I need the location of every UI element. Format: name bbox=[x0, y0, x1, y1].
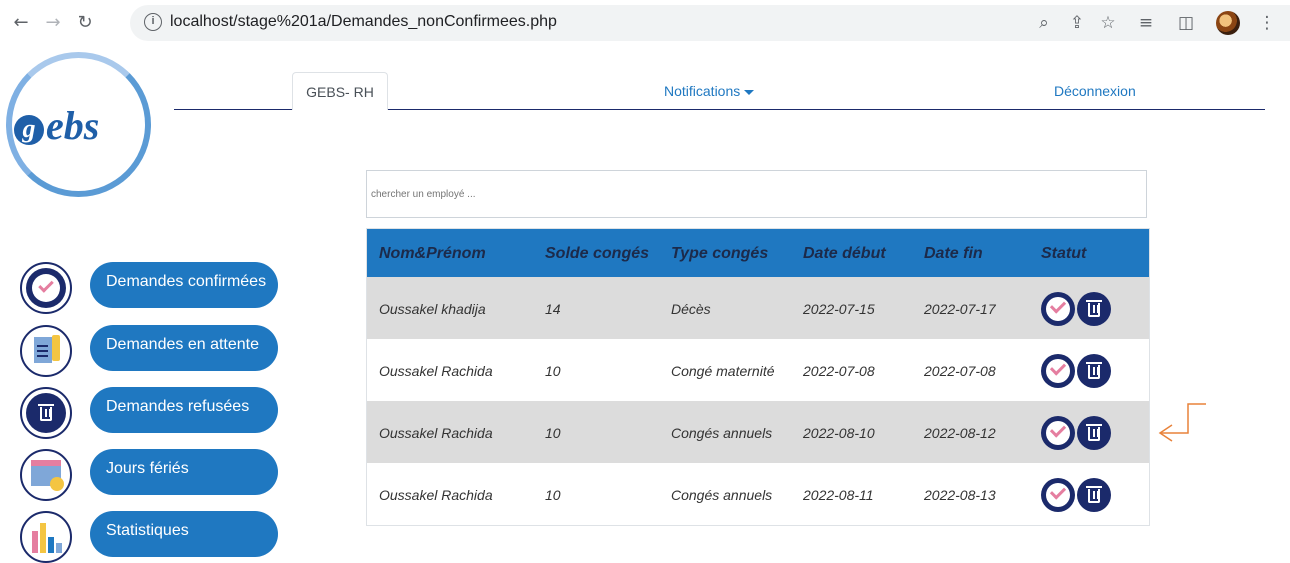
logo-text: g ebs bbox=[14, 102, 99, 149]
cell-name: Oussakel Rachida bbox=[379, 487, 493, 503]
sidebar-item-holidays[interactable]: Jours fériés bbox=[20, 449, 280, 501]
document-pencil-icon bbox=[20, 325, 72, 377]
th-solde: Solde congés bbox=[545, 245, 650, 262]
logout-link[interactable]: Déconnexion bbox=[1054, 83, 1136, 99]
delete-trash-icon[interactable] bbox=[1077, 292, 1111, 326]
table-row: Oussakel Rachida 10 Congés annuels 2022-… bbox=[367, 463, 1149, 525]
annotation-arrow-icon bbox=[1158, 403, 1206, 442]
menu-kebab-icon[interactable]: ⋮ bbox=[1256, 12, 1278, 34]
profile-avatar[interactable] bbox=[1216, 11, 1240, 35]
th-type: Type congés bbox=[671, 245, 769, 262]
cell-type: Congés annuels bbox=[671, 487, 773, 503]
cell-fin: 2022-08-12 bbox=[924, 425, 996, 441]
cell-type: Congé maternité bbox=[671, 363, 775, 379]
cell-fin: 2022-07-17 bbox=[924, 301, 996, 317]
confirm-check-icon[interactable] bbox=[1041, 292, 1075, 326]
confirm-check-icon[interactable] bbox=[1041, 416, 1075, 450]
delete-trash-icon[interactable] bbox=[1077, 354, 1111, 388]
table-row: Oussakel Rachida 10 Congés annuels 2022-… bbox=[367, 401, 1149, 463]
trash-icon bbox=[20, 387, 72, 439]
cell-name: Oussakel Rachida bbox=[379, 425, 493, 441]
th-name: Nom&Prénom bbox=[379, 245, 486, 262]
url-text[interactable]: localhost/stage%201a/Demandes_nonConfirm… bbox=[170, 13, 557, 31]
delete-trash-icon[interactable] bbox=[1077, 416, 1111, 450]
cell-debut: 2022-08-10 bbox=[803, 425, 875, 441]
notifications-dropdown[interactable]: Notifications bbox=[664, 83, 755, 99]
tab-gebs-rh[interactable]: GEBS- RH bbox=[292, 72, 388, 110]
cell-debut: 2022-07-08 bbox=[803, 363, 875, 379]
reload-icon[interactable]: ↻ bbox=[74, 12, 96, 34]
cell-solde: 14 bbox=[545, 301, 561, 317]
forward-icon[interactable]: → bbox=[42, 12, 64, 34]
table-row: Oussakel Rachida 10 Congé maternité 2022… bbox=[367, 339, 1149, 401]
bar-chart-icon bbox=[20, 511, 72, 563]
delete-trash-icon[interactable] bbox=[1077, 478, 1111, 512]
cell-solde: 10 bbox=[545, 425, 561, 441]
reading-list-icon[interactable]: ≡ bbox=[1135, 12, 1157, 34]
share-icon[interactable]: ⇪ bbox=[1066, 12, 1088, 34]
cell-fin: 2022-08-13 bbox=[924, 487, 996, 503]
bookmark-star-icon[interactable]: ☆ bbox=[1097, 12, 1119, 34]
sidebar-item-label[interactable]: Statistiques bbox=[90, 511, 278, 557]
sidebar-item-confirmed[interactable]: Demandes confirmées bbox=[20, 262, 280, 314]
sidebar-item-pending[interactable]: Demandes en attente bbox=[20, 325, 280, 377]
zoom-icon[interactable]: ⌕ bbox=[1033, 12, 1055, 34]
table-header: Nom&Prénom Solde congés Type congés Date… bbox=[367, 229, 1149, 277]
browser-toolbar: ← → ↻ i localhost/stage%201a/Demandes_no… bbox=[0, 0, 1290, 48]
sidebar-item-refused[interactable]: Demandes refusées bbox=[20, 387, 280, 439]
site-info-icon[interactable]: i bbox=[144, 13, 162, 31]
cell-solde: 10 bbox=[545, 487, 561, 503]
sidebar-item-label[interactable]: Demandes en attente bbox=[90, 325, 278, 371]
cell-name: Oussakel Rachida bbox=[379, 363, 493, 379]
cell-debut: 2022-07-15 bbox=[803, 301, 875, 317]
confirm-check-icon[interactable] bbox=[1041, 478, 1075, 512]
cell-debut: 2022-08-11 bbox=[803, 487, 874, 503]
th-fin: Date fin bbox=[924, 245, 983, 262]
side-panel-icon[interactable]: ◫ bbox=[1175, 12, 1197, 34]
cell-type: Congés annuels bbox=[671, 425, 773, 441]
cell-name: Oussakel khadija bbox=[379, 301, 486, 317]
th-debut: Date début bbox=[803, 245, 886, 262]
confirm-check-icon[interactable] bbox=[1041, 354, 1075, 388]
calendar-icon bbox=[20, 449, 72, 501]
sidebar-item-label[interactable]: Jours fériés bbox=[90, 449, 278, 495]
requests-table: Nom&Prénom Solde congés Type congés Date… bbox=[366, 228, 1150, 526]
cell-fin: 2022-07-08 bbox=[924, 363, 996, 379]
cell-type: Décès bbox=[671, 301, 711, 317]
search-employee-input[interactable] bbox=[366, 170, 1147, 218]
back-icon[interactable]: ← bbox=[10, 12, 32, 34]
sidebar-item-label[interactable]: Demandes confirmées bbox=[90, 262, 278, 308]
check-circle-icon bbox=[20, 262, 72, 314]
gebs-logo: g ebs bbox=[6, 52, 156, 197]
caret-down-icon bbox=[744, 89, 755, 95]
th-statut: Statut bbox=[1041, 245, 1087, 262]
cell-solde: 10 bbox=[545, 363, 561, 379]
sidebar-item-label[interactable]: Demandes refusées bbox=[90, 387, 278, 433]
table-row: Oussakel khadija 14 Décès 2022-07-15 202… bbox=[367, 277, 1149, 339]
sidebar-item-statistics[interactable]: Statistiques bbox=[20, 511, 280, 563]
